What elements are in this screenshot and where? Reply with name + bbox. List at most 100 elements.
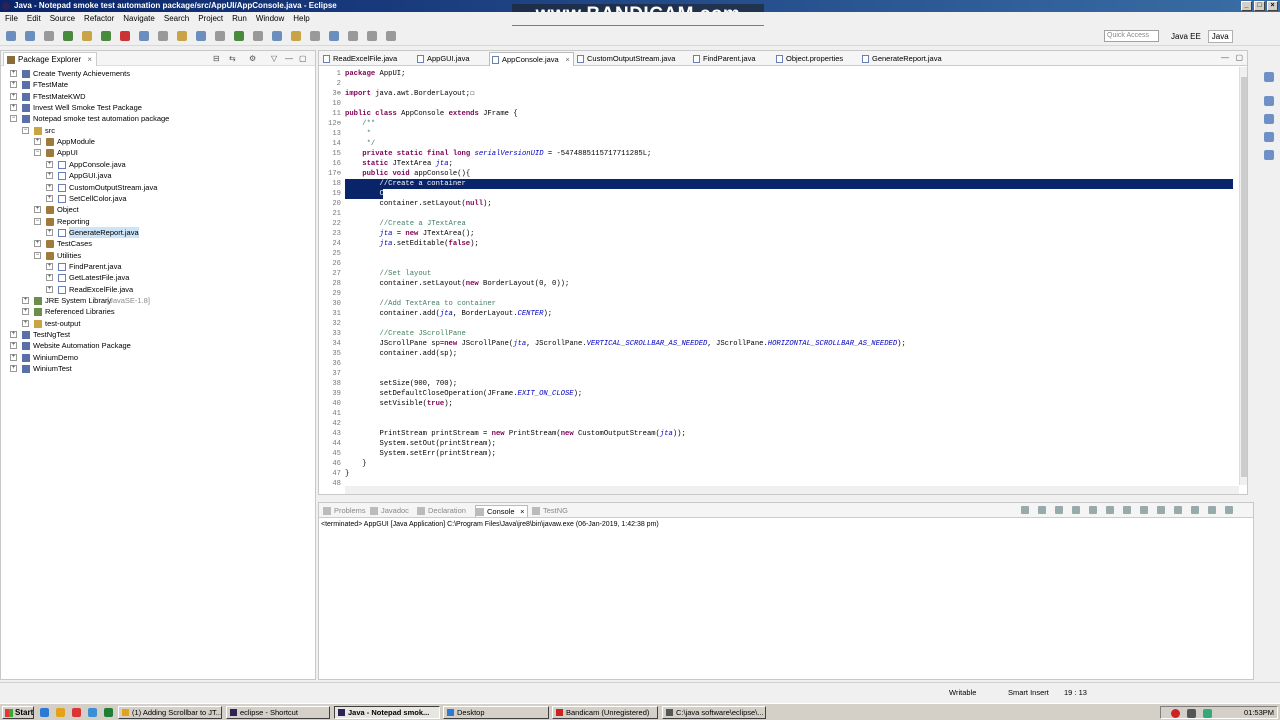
tree-item[interactable]: − src bbox=[1, 125, 315, 136]
new-class-icon[interactable] bbox=[177, 31, 187, 41]
taskbar-task[interactable]: C:\java software\eclipse\... bbox=[662, 706, 766, 719]
chrome-icon[interactable] bbox=[56, 708, 65, 717]
taskbar-task[interactable]: Java - Notepad smok... bbox=[334, 706, 440, 719]
editor-tab-generatereport-java[interactable]: GenerateReport.java bbox=[860, 52, 942, 66]
tree-item[interactable]: + CustomOutputStream.java bbox=[1, 182, 315, 193]
open-console-icon[interactable] bbox=[1191, 506, 1199, 514]
minimize-view-icon[interactable]: — bbox=[1221, 53, 1229, 62]
scroll-lock-icon[interactable] bbox=[1089, 506, 1097, 514]
view-menu-icon[interactable]: ▽ bbox=[271, 54, 277, 63]
network-icon[interactable] bbox=[1187, 709, 1196, 718]
task-list-icon[interactable] bbox=[1264, 96, 1274, 106]
editor-tab-findparent-java[interactable]: FindParent.java bbox=[691, 52, 756, 66]
expand-toggle-icon[interactable]: − bbox=[10, 115, 17, 123]
tree-item[interactable]: + GenerateReport.java bbox=[1, 226, 315, 238]
print-icon[interactable] bbox=[44, 31, 54, 41]
link-editor-icon[interactable]: ⇆ bbox=[229, 54, 236, 63]
forward-icon[interactable] bbox=[310, 31, 320, 41]
menu-window[interactable]: Window bbox=[256, 12, 284, 25]
close-icon[interactable]: × bbox=[565, 53, 569, 67]
quick-access-input[interactable]: Quick Access bbox=[1104, 30, 1159, 42]
tree-item[interactable]: + WiniumDemo bbox=[1, 352, 315, 363]
back-icon[interactable] bbox=[291, 31, 301, 41]
tree-item[interactable]: + Invest Well Smoke Test Package bbox=[1, 102, 315, 113]
search-icon[interactable] bbox=[215, 31, 225, 41]
editor-tab-appgui-java[interactable]: AppGUI.java bbox=[415, 52, 470, 66]
expand-toggle-icon[interactable]: + bbox=[10, 104, 17, 112]
minimize-view-icon[interactable] bbox=[1208, 506, 1216, 514]
toggle-block-icon[interactable] bbox=[367, 31, 377, 41]
tree-item[interactable]: + TestCases bbox=[1, 238, 315, 249]
console-tab-declaration[interactable]: Declaration bbox=[417, 505, 466, 516]
pin-icon[interactable] bbox=[329, 31, 339, 41]
expand-toggle-icon[interactable]: − bbox=[34, 217, 41, 225]
expand-toggle-icon[interactable]: + bbox=[10, 70, 17, 77]
console-tab-javadoc[interactable]: Javadoc bbox=[370, 505, 409, 516]
maximize-view-icon[interactable]: ▢ bbox=[299, 54, 307, 63]
console-tab-problems[interactable]: Problems bbox=[323, 505, 366, 516]
expand-toggle-icon[interactable]: + bbox=[46, 194, 53, 202]
taskbar-task[interactable]: (1) Adding Scrollbar to JT... bbox=[118, 706, 222, 719]
menu-file[interactable]: File bbox=[5, 12, 18, 25]
tree-item[interactable]: + Object bbox=[1, 204, 315, 215]
maximize-view-icon[interactable]: ▢ bbox=[1235, 53, 1243, 62]
menu-search[interactable]: Search bbox=[164, 12, 189, 25]
taskbar-task[interactable]: Desktop bbox=[443, 706, 549, 719]
console-tab-console[interactable]: Console × bbox=[475, 505, 528, 517]
tree-item[interactable]: − Utilities bbox=[1, 250, 315, 261]
expand-toggle-icon[interactable]: + bbox=[22, 319, 29, 327]
tree-item[interactable]: + GetLatestFile.java bbox=[1, 272, 315, 283]
tree-item[interactable]: + FTestMate bbox=[1, 79, 315, 90]
minimize-view-icon[interactable]: — bbox=[285, 54, 293, 63]
menu-refactor[interactable]: Refactor bbox=[84, 12, 114, 25]
prev-annotation-icon[interactable] bbox=[253, 31, 263, 41]
expand-toggle-icon[interactable]: + bbox=[10, 331, 17, 339]
display-console-icon[interactable] bbox=[1174, 506, 1182, 514]
excel-icon[interactable] bbox=[104, 708, 113, 717]
gmail-icon[interactable] bbox=[72, 708, 81, 717]
expand-toggle-icon[interactable]: + bbox=[46, 160, 53, 168]
next-annotation-icon[interactable] bbox=[234, 31, 244, 41]
toggle-mark-icon[interactable] bbox=[348, 31, 358, 41]
expand-toggle-icon[interactable]: − bbox=[22, 126, 29, 134]
word-wrap-icon[interactable] bbox=[1106, 506, 1114, 514]
open-type-icon[interactable] bbox=[196, 31, 206, 41]
start-button[interactable]: Start bbox=[2, 706, 34, 719]
expand-toggle-icon[interactable]: + bbox=[46, 274, 53, 282]
expand-toggle-icon[interactable]: + bbox=[22, 297, 29, 304]
pin-console-icon[interactable] bbox=[1157, 506, 1165, 514]
tree-item[interactable]: + FindParent.java bbox=[1, 261, 315, 272]
ie-icon[interactable] bbox=[88, 708, 97, 717]
tree-item[interactable]: + AppModule bbox=[1, 136, 315, 147]
expand-toggle-icon[interactable]: − bbox=[34, 149, 41, 157]
show-stderr-icon[interactable] bbox=[1140, 506, 1148, 514]
tree-item[interactable]: + test-output bbox=[1, 318, 315, 329]
editor-horizontal-scrollbar[interactable] bbox=[345, 486, 1239, 494]
expand-toggle-icon[interactable]: + bbox=[34, 206, 41, 214]
filter-icon[interactable]: ⚙ bbox=[249, 54, 256, 63]
editor-tab-appconsole-java[interactable]: AppConsole.java × bbox=[489, 52, 574, 66]
collapse-all-icon[interactable]: ⊟ bbox=[213, 54, 220, 63]
tree-item[interactable]: + AppConsole.java bbox=[1, 159, 315, 170]
console-tab-testng[interactable]: TestNG bbox=[532, 505, 568, 516]
editor-vertical-scrollbar[interactable] bbox=[1239, 67, 1247, 485]
tree-item[interactable]: + WiniumTest bbox=[1, 363, 315, 374]
editor-tab-object-properties[interactable]: Object.properties bbox=[774, 52, 843, 66]
tree-item[interactable]: + TestNgTest bbox=[1, 329, 315, 340]
last-edit-icon[interactable] bbox=[272, 31, 282, 41]
expand-toggle-icon[interactable]: + bbox=[34, 138, 41, 146]
record-icon[interactable] bbox=[1171, 709, 1180, 718]
tree-item[interactable]: + JRE System Library [JavaSE-1.8] bbox=[1, 295, 315, 306]
minimize-button[interactable]: _ bbox=[1241, 1, 1252, 11]
show-whitespace-icon[interactable] bbox=[386, 31, 396, 41]
show-stdout-icon[interactable] bbox=[1123, 506, 1131, 514]
editor-tab-readexcelfile-java[interactable]: ReadExcelFile.java bbox=[321, 52, 397, 66]
menu-project[interactable]: Project bbox=[198, 12, 223, 25]
tree-item[interactable]: + AppGUI.java bbox=[1, 170, 315, 181]
tree-item[interactable]: + Referenced Libraries bbox=[1, 306, 315, 317]
hierarchy-icon[interactable] bbox=[1264, 114, 1274, 124]
taskbar-task[interactable]: eclipse - Shortcut bbox=[226, 706, 330, 719]
tree-item[interactable]: + SetCellColor.java bbox=[1, 193, 315, 204]
menu-navigate[interactable]: Navigate bbox=[123, 12, 155, 25]
taskbar-task[interactable]: Bandicam (Unregistered) bbox=[552, 706, 658, 719]
